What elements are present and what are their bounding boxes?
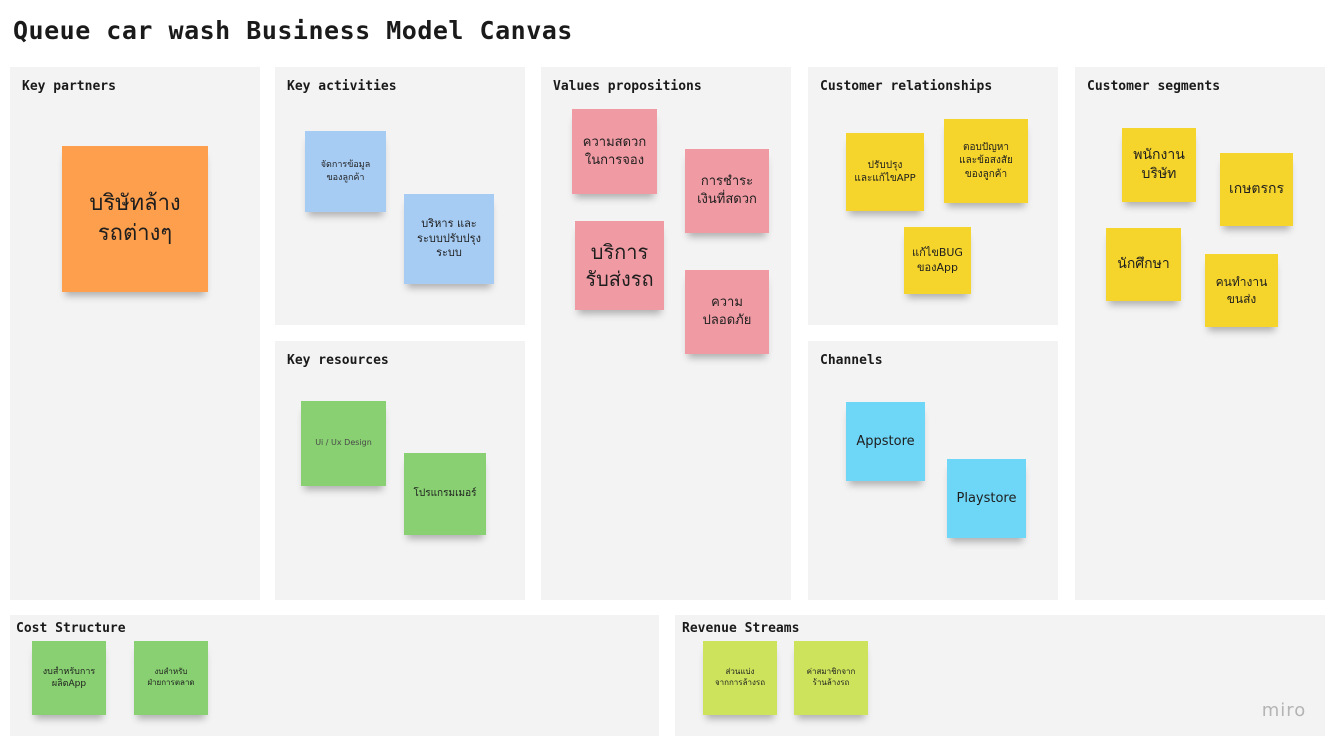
- sticky-note[interactable]: ส่วนแบ่ง จากการล้างรถ: [703, 641, 777, 715]
- panel-value-propositions[interactable]: Values propositions ความสดวก ในการจอง กา…: [541, 67, 791, 600]
- sticky-note[interactable]: ความ ปลอดภัย: [685, 270, 769, 354]
- sticky-note[interactable]: เกษตรกร: [1220, 153, 1293, 226]
- panel-label-key-partners: Key partners: [22, 79, 116, 94]
- panel-customer-relationships[interactable]: Customer relationships ปรับปรุง และแก้ไข…: [808, 67, 1058, 325]
- panel-key-resources[interactable]: Key resources Ui / Ux Design โปรแกรมเมอร…: [275, 341, 525, 600]
- panel-channels[interactable]: Channels Appstore Playstore: [808, 341, 1058, 600]
- sticky-note[interactable]: บริษัทล้าง รถต่างๆ: [62, 146, 208, 292]
- panel-label-customer-relationships: Customer relationships: [820, 79, 993, 94]
- sticky-note[interactable]: ปรับปรุง และแก้ไขAPP: [846, 133, 924, 211]
- sticky-note[interactable]: ค่าสมาชิกจาก ร้านล้างรถ: [794, 641, 868, 715]
- board-title: Queue car wash Business Model Canvas: [13, 16, 573, 45]
- sticky-note[interactable]: Playstore: [947, 459, 1026, 538]
- panel-label-value-propositions: Values propositions: [553, 79, 702, 94]
- sticky-note[interactable]: การชำระ เงินที่สดวก: [685, 149, 769, 233]
- miro-logo: miro: [1252, 694, 1316, 726]
- panel-label-cost-structure: Cost Structure: [16, 621, 126, 636]
- sticky-note[interactable]: ความสดวก ในการจอง: [572, 109, 657, 194]
- sticky-note[interactable]: พนักงาน บริษัท: [1122, 128, 1196, 202]
- sticky-note[interactable]: แก้ไขBUG ของApp: [904, 227, 971, 294]
- sticky-note[interactable]: จัดการข้อมูล ของลูกค้า: [305, 131, 386, 212]
- panel-label-revenue-streams: Revenue Streams: [682, 621, 800, 636]
- sticky-note[interactable]: Appstore: [846, 402, 925, 481]
- panel-revenue-streams[interactable]: Revenue Streams ส่วนแบ่ง จากการล้างรถ ค่…: [675, 615, 1325, 736]
- sticky-note[interactable]: โปรแกรมเมอร์: [404, 453, 486, 535]
- sticky-note[interactable]: นักศึกษา: [1106, 228, 1181, 301]
- panel-label-key-activities: Key activities: [287, 79, 397, 94]
- sticky-note[interactable]: Ui / Ux Design: [301, 401, 386, 486]
- sticky-note[interactable]: บริหาร และ ระบบปรับปรุง ระบบ: [404, 194, 494, 284]
- panel-key-partners[interactable]: Key partners บริษัทล้าง รถต่างๆ: [10, 67, 260, 600]
- panel-customer-segments[interactable]: Customer segments พนักงาน บริษัท เกษตรกร…: [1075, 67, 1325, 600]
- sticky-note[interactable]: บริการ รับส่งรถ: [575, 221, 664, 310]
- sticky-note[interactable]: ตอบปัญหา และข้อสงสัย ของลูกค้า: [944, 119, 1028, 203]
- sticky-note[interactable]: งบสำหรับการ ผลิตApp: [32, 641, 106, 715]
- sticky-note[interactable]: คนทำงาน ขนส่ง: [1205, 254, 1278, 327]
- panel-cost-structure[interactable]: Cost Structure งบสำหรับการ ผลิตApp งบสำห…: [10, 615, 659, 736]
- panel-label-customer-segments: Customer segments: [1087, 79, 1221, 94]
- panel-label-key-resources: Key resources: [287, 353, 389, 368]
- panel-label-channels: Channels: [820, 353, 883, 368]
- panel-key-activities[interactable]: Key activities จัดการข้อมูล ของลูกค้า บร…: [275, 67, 525, 325]
- sticky-note[interactable]: งบสำหรับ ฝ่ายการตลาด: [134, 641, 208, 715]
